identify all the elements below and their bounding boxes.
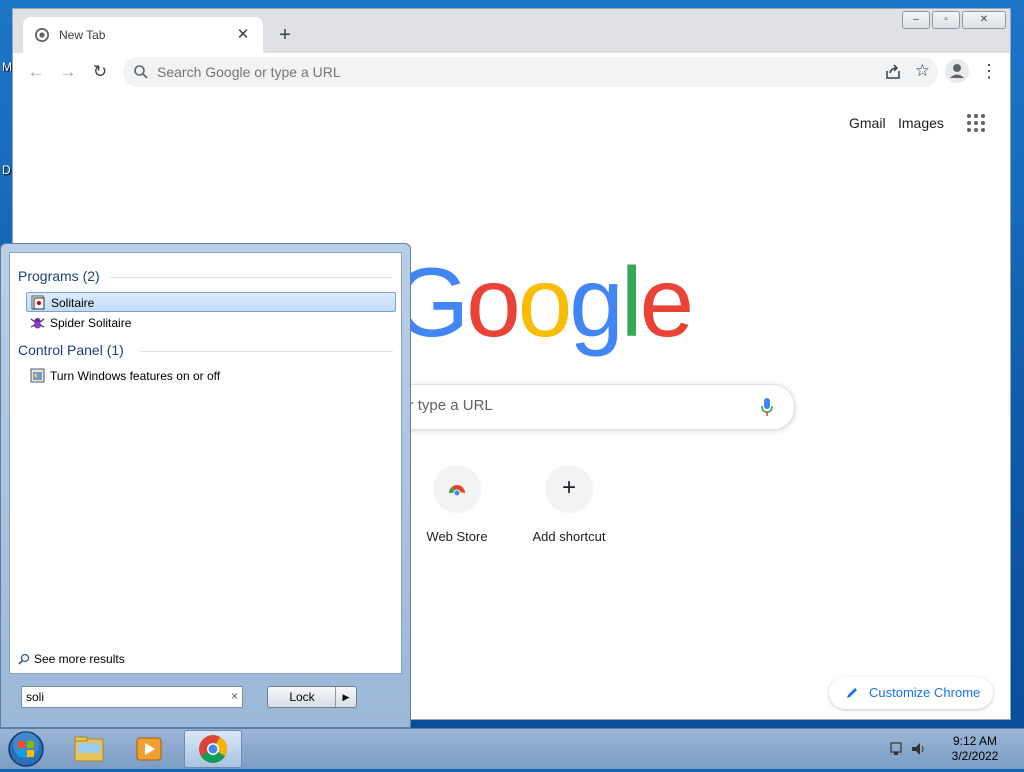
taskbar: 9:12 AM 3/2/2022 xyxy=(0,728,1024,769)
chrome-icon xyxy=(35,28,49,42)
start-search-input[interactable] xyxy=(26,687,216,707)
desktop-icon-label-fragment[interactable]: D xyxy=(2,163,11,177)
start-menu: Programs (2) Solitaire Spider Solitaire … xyxy=(0,243,411,728)
spider-icon xyxy=(30,318,45,329)
chrome-menu-button[interactable]: ⋮ xyxy=(979,59,999,85)
shortcut-tile: + xyxy=(545,465,593,513)
window-controls: – ▫ ✕ xyxy=(900,11,1006,29)
lock-label: Lock xyxy=(289,690,315,704)
back-button[interactable]: ← xyxy=(23,59,49,85)
shortcut-tile xyxy=(433,465,481,513)
tab-new-tab[interactable]: New Tab ✕ xyxy=(23,17,263,53)
clear-search-icon[interactable]: × xyxy=(231,689,238,703)
clock-date: 3/2/2022 xyxy=(951,749,999,763)
shortcut-web-store[interactable]: Web Store xyxy=(401,465,513,544)
images-link[interactable]: Images xyxy=(898,115,944,131)
chrome-taskbar-button[interactable] xyxy=(184,730,242,768)
group-divider xyxy=(140,351,393,352)
plus-icon: + xyxy=(561,474,576,501)
microphone-icon[interactable] xyxy=(760,397,774,417)
result-windows-features[interactable]: Turn Windows features on or off xyxy=(26,366,396,386)
logo-letter: o xyxy=(466,247,520,357)
network-icon[interactable] xyxy=(890,742,902,753)
explorer-taskbar-icon[interactable] xyxy=(60,730,118,768)
profile-icon[interactable] xyxy=(945,59,969,83)
solitaire-icon xyxy=(31,295,45,310)
media-player-taskbar-icon[interactable] xyxy=(120,730,178,768)
tab-title: New Tab xyxy=(59,28,106,42)
result-label: Turn Windows features on or off xyxy=(50,369,221,383)
shortcut-label: Web Store xyxy=(426,529,488,544)
programs-header[interactable]: Programs (2) xyxy=(18,268,100,284)
result-label: Solitaire xyxy=(51,296,95,310)
volume-icon[interactable] xyxy=(912,743,920,755)
lock-button[interactable]: Lock ▶ xyxy=(267,686,357,708)
add-shortcut-button[interactable]: + Add shortcut xyxy=(513,465,625,544)
forward-button[interactable]: → xyxy=(55,59,81,85)
new-tab-button[interactable]: + xyxy=(273,23,297,47)
control-panel-header[interactable]: Control Panel (1) xyxy=(18,342,124,358)
chrome-icon xyxy=(199,735,227,763)
windows-features-icon xyxy=(30,368,45,383)
shutdown-options-arrow-icon[interactable]: ▶ xyxy=(335,687,356,707)
logo-letter: g xyxy=(569,247,623,357)
reload-button[interactable]: ↻ xyxy=(87,59,113,85)
logo-letter: o xyxy=(517,247,572,357)
shortcut-label: Add shortcut xyxy=(532,529,606,544)
tab-strip: New Tab ✕ + – ▫ ✕ xyxy=(13,9,1010,53)
tab-close-icon[interactable]: ✕ xyxy=(231,23,255,47)
result-label: Spider Solitaire xyxy=(50,316,132,330)
share-icon[interactable] xyxy=(884,63,902,81)
google-apps-icon[interactable] xyxy=(966,113,986,133)
web-store-icon xyxy=(449,485,465,497)
gmail-link[interactable]: Gmail xyxy=(849,115,886,131)
start-search-box[interactable]: × xyxy=(21,686,243,708)
restore-button[interactable]: ▫ xyxy=(932,11,960,29)
tray-icons[interactable] xyxy=(888,739,928,759)
search-icon xyxy=(134,65,148,79)
google-logo: Google xyxy=(393,253,694,351)
search-results-pane: Programs (2) Solitaire Spider Solitaire … xyxy=(9,252,402,674)
bookmark-star-icon[interactable]: ☆ xyxy=(915,61,930,81)
logo-letter: e xyxy=(639,247,694,357)
minimize-button[interactable]: – xyxy=(902,11,930,29)
browser-toolbar: ← → ↻ ☆ ⋮ xyxy=(13,53,1010,92)
windows-start-orb-icon[interactable] xyxy=(6,730,46,768)
see-more-label: See more results xyxy=(34,652,125,666)
result-solitaire[interactable]: Solitaire xyxy=(26,292,396,312)
clock-time: 9:12 AM xyxy=(952,734,998,748)
close-window-button[interactable]: ✕ xyxy=(962,11,1006,29)
desktop-icon-label-fragment[interactable]: M xyxy=(2,60,12,74)
omnibox-input[interactable] xyxy=(157,57,857,87)
omnibox[interactable]: ☆ xyxy=(123,57,938,87)
see-more-results-link[interactable]: See more results xyxy=(18,652,125,666)
taskbar-clock[interactable]: 9:12 AM 3/2/2022 xyxy=(940,734,1010,764)
customize-chrome-label: Customize Chrome xyxy=(869,685,981,700)
customize-chrome-button[interactable]: Customize Chrome xyxy=(829,677,993,709)
pencil-icon xyxy=(847,688,857,698)
logo-letter: l xyxy=(620,247,643,357)
result-spider-solitaire[interactable]: Spider Solitaire xyxy=(26,313,396,333)
search-icon xyxy=(18,653,30,665)
group-divider xyxy=(110,277,393,278)
